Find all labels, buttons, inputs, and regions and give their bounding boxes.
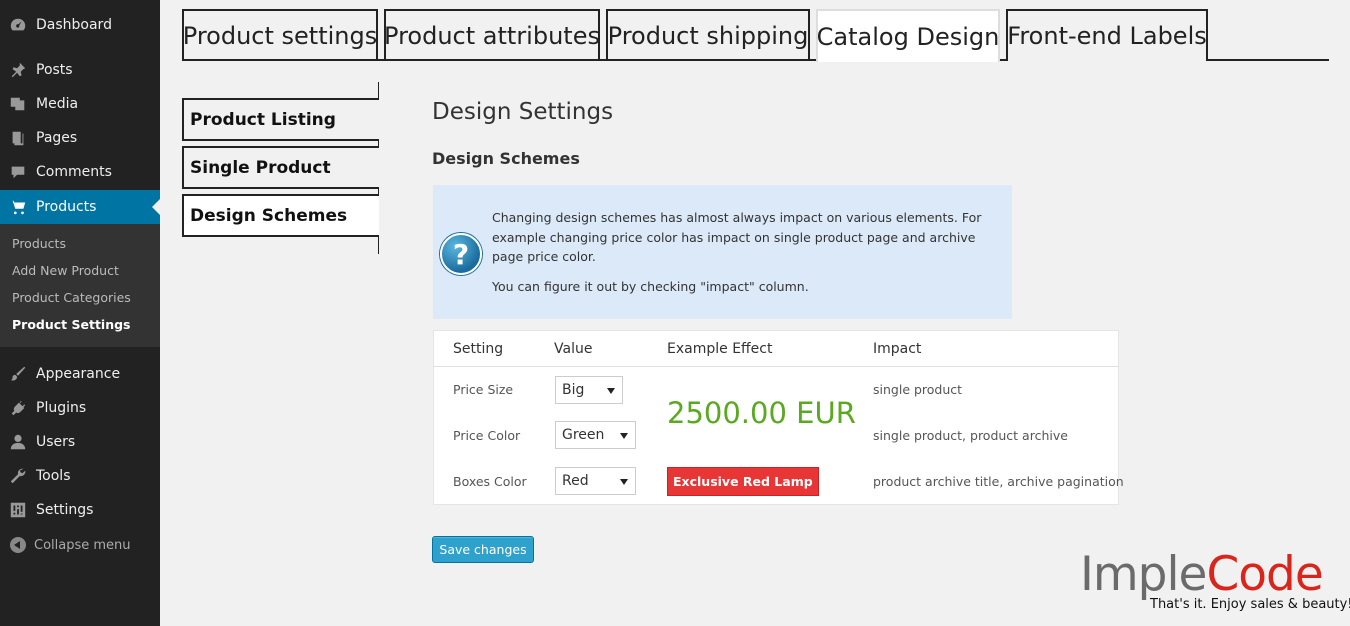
header-setting: Setting bbox=[453, 341, 504, 357]
admin-sidebar: Dashboard Posts Media Pages Comments Pro… bbox=[0, 0, 160, 626]
submenu-product-categories[interactable]: Product Categories bbox=[12, 290, 131, 305]
menu-settings[interactable]: Settings bbox=[0, 493, 160, 527]
header-impact: Impact bbox=[873, 341, 922, 357]
cart-icon bbox=[8, 197, 28, 217]
menu-label: Media bbox=[36, 96, 79, 112]
price-example: 2500.00 EUR bbox=[667, 396, 856, 430]
subtab-product-listing[interactable]: Product Listing bbox=[182, 98, 379, 141]
menu-label: Comments bbox=[36, 164, 112, 180]
submenu-product-settings[interactable]: Product Settings bbox=[12, 317, 131, 332]
menu-label: Posts bbox=[36, 62, 73, 78]
chevron-down-icon bbox=[607, 388, 615, 394]
brush-icon bbox=[8, 364, 28, 384]
info-box: ? Changing design schemes has almost alw… bbox=[433, 185, 1012, 319]
save-button[interactable]: Save changes bbox=[432, 536, 534, 563]
boxes-color-select[interactable]: Red bbox=[555, 467, 636, 495]
menu-label: Plugins bbox=[36, 400, 87, 416]
tab-product-settings[interactable]: Product settings bbox=[182, 9, 378, 61]
info-hint: You can figure it out by checking "impac… bbox=[492, 279, 809, 294]
table-header-rule bbox=[434, 366, 1118, 367]
setting-boxes-color: Boxes Color bbox=[453, 474, 527, 489]
implecode-logo: ImpleCode That's it. Enjoy sales & beaut… bbox=[1080, 547, 1350, 620]
menu-label: Users bbox=[36, 434, 76, 450]
logo-tagline: That's it. Enjoy sales & beauty! bbox=[1150, 597, 1350, 612]
select-value: Green bbox=[562, 427, 605, 443]
info-text: Changing design schemes has almost alway… bbox=[492, 210, 982, 264]
wrench-icon bbox=[8, 466, 28, 486]
tab-product-shipping[interactable]: Product shipping bbox=[606, 9, 810, 61]
menu-pages[interactable]: Pages bbox=[0, 121, 160, 155]
sliders-icon bbox=[8, 500, 28, 520]
active-arrow bbox=[152, 199, 160, 215]
submenu-add-new-product[interactable]: Add New Product bbox=[12, 263, 119, 278]
header-value: Value bbox=[554, 341, 593, 357]
price-color-select[interactable]: Green bbox=[555, 421, 636, 449]
chevron-down-icon bbox=[620, 433, 628, 439]
menu-posts[interactable]: Posts bbox=[0, 53, 160, 87]
design-schemes-table: Setting Value Example Effect Impact Pric… bbox=[433, 330, 1124, 505]
menu-products[interactable]: Products bbox=[0, 190, 160, 224]
collapse-icon bbox=[10, 537, 26, 553]
tab-product-attributes[interactable]: Product attributes bbox=[384, 9, 600, 61]
impact-boxes-color: product archive title, archive paginatio… bbox=[873, 474, 1124, 489]
page-title: Design Settings bbox=[432, 99, 614, 125]
collapse-label: Collapse menu bbox=[34, 537, 131, 553]
question-icon: ? bbox=[440, 233, 482, 275]
products-submenu: Products Add New Product Product Categor… bbox=[0, 224, 160, 347]
menu-tools[interactable]: Tools bbox=[0, 459, 160, 493]
subtab-single-product[interactable]: Single Product bbox=[182, 146, 379, 189]
menu-media[interactable]: Media bbox=[0, 87, 160, 121]
logo-part-code: Code bbox=[1206, 547, 1323, 602]
section-title: Design Schemes bbox=[432, 149, 580, 168]
user-icon bbox=[8, 432, 28, 452]
logo-wordmark: ImpleCode bbox=[1080, 547, 1324, 602]
menu-label: Dashboard bbox=[36, 17, 112, 33]
comment-icon bbox=[8, 162, 28, 182]
menu-dashboard[interactable]: Dashboard bbox=[0, 8, 160, 42]
select-value: Red bbox=[562, 473, 589, 489]
menu-plugins[interactable]: Plugins bbox=[0, 391, 160, 425]
menu-label: Settings bbox=[36, 502, 94, 518]
tab-front-end-labels[interactable]: Front-end Labels bbox=[1006, 9, 1208, 61]
box-example: Exclusive Red Lamp bbox=[667, 467, 819, 496]
subtab-design-schemes[interactable]: Design Schemes bbox=[182, 194, 379, 237]
pages-icon bbox=[8, 128, 28, 148]
menu-label: Pages bbox=[36, 130, 78, 146]
menu-label: Products bbox=[36, 199, 97, 215]
impact-price-color: single product, product archive bbox=[873, 428, 1068, 443]
menu-label: Appearance bbox=[36, 366, 121, 382]
price-size-select[interactable]: Big bbox=[555, 376, 623, 404]
menu-label: Tools bbox=[36, 468, 71, 484]
logo-part-imple: Imple bbox=[1080, 547, 1207, 602]
media-icon bbox=[8, 94, 28, 114]
menu-appearance[interactable]: Appearance bbox=[0, 357, 160, 391]
header-example-effect: Example Effect bbox=[667, 341, 773, 357]
setting-price-color: Price Color bbox=[453, 428, 521, 443]
menu-comments[interactable]: Comments bbox=[0, 155, 160, 189]
tab-catalog-design[interactable]: Catalog Design bbox=[816, 9, 1000, 62]
impact-price-size: single product bbox=[873, 382, 963, 397]
chevron-down-icon bbox=[620, 479, 628, 485]
select-value: Big bbox=[562, 382, 585, 398]
setting-price-size: Price Size bbox=[453, 382, 514, 397]
menu-users[interactable]: Users bbox=[0, 425, 160, 459]
pin-icon bbox=[8, 60, 28, 80]
dashboard-icon bbox=[8, 15, 28, 35]
plug-icon bbox=[8, 398, 28, 418]
submenu-products[interactable]: Products bbox=[12, 236, 66, 251]
collapse-menu[interactable]: Collapse menu bbox=[0, 533, 160, 557]
